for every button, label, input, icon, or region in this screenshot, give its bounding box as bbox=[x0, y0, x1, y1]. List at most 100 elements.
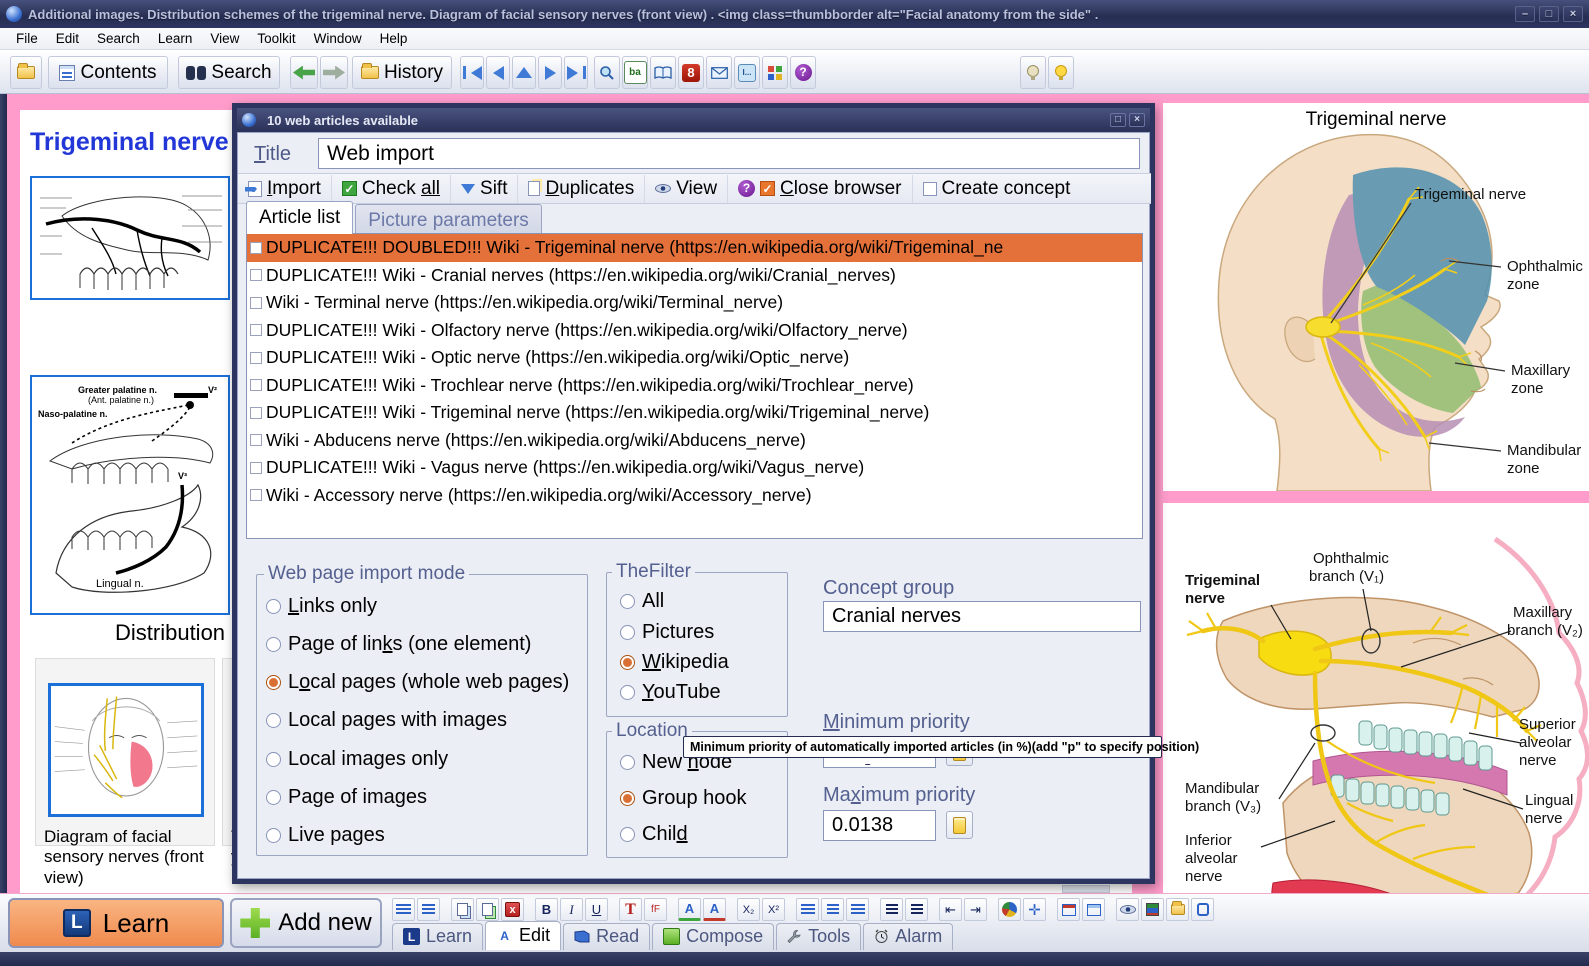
palatine-sketch-image[interactable]: Greater palatine n. (Ant. palatine n.) N… bbox=[30, 375, 230, 615]
tab-compose[interactable]: Compose bbox=[652, 923, 774, 950]
import-button[interactable]: Import bbox=[238, 175, 332, 203]
view-button[interactable]: View bbox=[645, 175, 728, 203]
dialog-maximize-button[interactable]: □ bbox=[1110, 113, 1126, 127]
parent-element-button[interactable] bbox=[512, 56, 536, 89]
menu-file[interactable]: File bbox=[8, 29, 46, 48]
font-size-icon[interactable]: fF bbox=[644, 898, 667, 921]
article-row[interactable]: Wiki - Abducens nerve (https://en.wikipe… bbox=[247, 427, 1142, 455]
radio-local-pages-images[interactable]: Local pages with images bbox=[266, 709, 507, 732]
article-checkbox[interactable] bbox=[250, 407, 262, 419]
article-checkbox[interactable] bbox=[250, 352, 262, 364]
article-row[interactable]: DUPLICATE!!! Wiki - Optic nerve (https:/… bbox=[247, 344, 1142, 372]
superscript-icon[interactable]: X² bbox=[762, 898, 785, 921]
maximize-button[interactable]: □ bbox=[1539, 6, 1559, 22]
dialog-close-button[interactable]: × bbox=[1129, 113, 1145, 127]
tab-picture-parameters[interactable]: Picture parameters bbox=[355, 204, 542, 234]
article-checkbox[interactable] bbox=[250, 297, 262, 309]
close-button[interactable]: × bbox=[1563, 6, 1583, 22]
tab-alarm[interactable]: Alarm bbox=[863, 923, 953, 950]
bulb-lit-button[interactable] bbox=[1048, 56, 1074, 89]
minimize-button[interactable]: – bbox=[1515, 6, 1535, 22]
previous-element-button[interactable] bbox=[486, 56, 510, 89]
menu-edit[interactable]: Edit bbox=[48, 29, 87, 48]
search-web-button[interactable] bbox=[594, 56, 620, 89]
italic-icon[interactable]: I bbox=[560, 898, 583, 921]
article-list[interactable]: DUPLICATE!!! DOUBLED!!! Wiki - Trigemina… bbox=[246, 233, 1143, 539]
radio-page-of-images[interactable]: Page of images bbox=[266, 786, 427, 809]
highlight-add-icon[interactable]: A bbox=[678, 898, 701, 921]
radio-filter-youtube[interactable]: YouTube bbox=[620, 681, 721, 704]
article-row[interactable]: DUPLICATE!!! Wiki - Trochlear nerve (htt… bbox=[247, 372, 1142, 400]
tab-article-list[interactable]: Article list bbox=[246, 201, 353, 234]
article-checkbox[interactable] bbox=[250, 462, 262, 474]
statistics-pie-icon[interactable] bbox=[998, 898, 1021, 921]
dictionary-button[interactable] bbox=[650, 56, 676, 89]
import-file-icon[interactable] bbox=[1166, 898, 1189, 921]
back-button[interactable] bbox=[290, 56, 318, 89]
history-button[interactable]: History bbox=[352, 56, 452, 89]
next-element-button[interactable] bbox=[538, 56, 562, 89]
close-browser-checkbox[interactable]: ✓ bbox=[760, 181, 775, 196]
forward-button[interactable] bbox=[320, 56, 348, 89]
article-row[interactable]: DUPLICATE!!! Wiki - Vagus nerve (https:/… bbox=[247, 454, 1142, 482]
contents-button[interactable]: Contents bbox=[48, 56, 168, 89]
article-checkbox[interactable] bbox=[250, 379, 262, 391]
copy-icon[interactable] bbox=[451, 898, 474, 921]
highlight-remove-icon[interactable]: A bbox=[703, 898, 726, 921]
view-eye-icon[interactable] bbox=[1116, 898, 1139, 921]
article-checkbox[interactable] bbox=[250, 324, 262, 336]
open-collection-button[interactable] bbox=[10, 56, 42, 89]
title-input[interactable] bbox=[318, 138, 1140, 169]
bold-icon[interactable]: B bbox=[535, 898, 558, 921]
font-icon[interactable]: T bbox=[619, 898, 642, 921]
article-checkbox[interactable] bbox=[250, 269, 262, 281]
trigeminal-zones-figure[interactable]: Trigeminal nerve bbox=[1163, 103, 1589, 491]
text-registry-button[interactable]: I... bbox=[734, 56, 760, 89]
subscript-icon[interactable]: X₂ bbox=[737, 898, 760, 921]
create-concept-checkbox-row[interactable]: Create concept bbox=[913, 175, 1081, 203]
article-row[interactable]: Wiki - Terminal nerve (https://en.wikipe… bbox=[247, 289, 1142, 317]
move-icon[interactable]: ✛ bbox=[1023, 898, 1046, 921]
statistics-button[interactable] bbox=[762, 56, 788, 89]
numbered-list-icon[interactable] bbox=[905, 898, 928, 921]
search-button[interactable]: Search bbox=[178, 56, 280, 89]
tab-edit[interactable]: AEdit bbox=[485, 921, 561, 950]
radio-local-images-only[interactable]: Local images only bbox=[266, 748, 448, 771]
tab-tools[interactable]: Tools bbox=[776, 923, 861, 950]
duplicates-button[interactable]: Duplicates bbox=[518, 175, 645, 203]
radio-local-pages[interactable]: Local pages (whole web pages) bbox=[266, 671, 569, 694]
outdent-icon[interactable]: ⇤ bbox=[939, 898, 962, 921]
radio-links-only[interactable]: Links only bbox=[266, 595, 377, 618]
add-new-button[interactable]: Add new bbox=[230, 898, 382, 948]
align-right-icon[interactable] bbox=[846, 898, 869, 921]
facial-nerves-thumbnail[interactable] bbox=[48, 683, 204, 817]
paste-icon[interactable] bbox=[476, 898, 499, 921]
bullet-list-icon[interactable] bbox=[880, 898, 903, 921]
close-browser-help-icon[interactable]: ? bbox=[738, 180, 755, 197]
article-row[interactable]: DUPLICATE!!! DOUBLED!!! Wiki - Trigemina… bbox=[247, 234, 1142, 262]
menu-help[interactable]: Help bbox=[372, 29, 416, 48]
radio-filter-pictures[interactable]: Pictures bbox=[620, 621, 714, 644]
radio-location-child[interactable]: Child bbox=[620, 823, 688, 846]
plain-text-icon[interactable] bbox=[417, 898, 440, 921]
delete-icon[interactable]: x bbox=[501, 898, 524, 921]
first-element-button[interactable] bbox=[460, 56, 484, 89]
radio-filter-wikipedia[interactable]: Wikipedia bbox=[620, 651, 729, 674]
article-checkbox[interactable] bbox=[250, 434, 262, 446]
dialog-titlebar[interactable]: 10 web articles available □ × bbox=[237, 108, 1150, 132]
radio-live-pages[interactable]: Live pages bbox=[266, 824, 385, 847]
concept-group-input[interactable] bbox=[823, 601, 1141, 632]
tab-learn[interactable]: LLearn bbox=[392, 923, 483, 950]
maximum-priority-picker-button[interactable] bbox=[946, 811, 973, 839]
learn-button[interactable]: L Learn bbox=[8, 898, 224, 948]
article-row[interactable]: DUPLICATE!!! Wiki - Cranial nerves (http… bbox=[247, 262, 1142, 290]
menu-learn[interactable]: Learn bbox=[150, 29, 201, 48]
thumbnail-card-front-view[interactable]: Diagram of facial sensory nerves (front … bbox=[35, 658, 215, 846]
translate-button[interactable]: ba bbox=[622, 56, 648, 89]
radio-filter-all[interactable]: All bbox=[620, 590, 664, 613]
email-button[interactable] bbox=[706, 56, 732, 89]
align-center-icon[interactable] bbox=[821, 898, 844, 921]
menu-search[interactable]: Search bbox=[89, 29, 148, 48]
sift-button[interactable]: Sift bbox=[451, 175, 518, 203]
tile-window-icon[interactable] bbox=[1082, 898, 1105, 921]
